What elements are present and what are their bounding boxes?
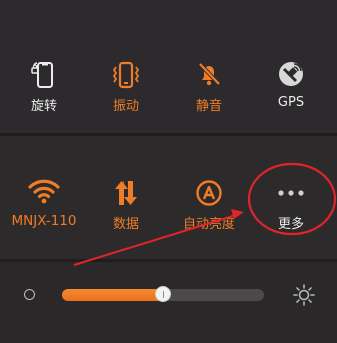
toggle-auto-brightness[interactable]: 自动亮度 xyxy=(167,136,251,259)
toggle-vibrate-label: 振动 xyxy=(112,99,139,114)
brightness-slider[interactable] xyxy=(62,286,264,302)
wifi-icon xyxy=(28,179,60,204)
brightness-high-icon xyxy=(293,284,315,306)
toggle-rotate-label: 旋转 xyxy=(30,99,57,114)
auto-brightness-icon xyxy=(196,180,222,206)
brightness-panel xyxy=(0,262,337,343)
brightness-slider-thumb[interactable] xyxy=(155,286,171,302)
toggle-data-label: 数据 xyxy=(112,217,139,232)
brightness-slider-fill xyxy=(62,289,167,301)
more-dots-icon xyxy=(278,190,304,196)
gps-satellite-icon xyxy=(279,62,303,86)
toggle-mute[interactable]: 静音 xyxy=(167,0,251,133)
data-arrows-icon xyxy=(115,181,137,205)
toggle-wifi-label: MNJX-110 xyxy=(11,213,77,229)
phone-rotate-icon xyxy=(31,62,53,88)
toggle-gps[interactable]: GPS xyxy=(249,0,333,133)
toggle-more-label: 更多 xyxy=(277,217,304,232)
toggle-data[interactable]: 数据 xyxy=(84,136,168,259)
toggle-rotate[interactable]: 旋转 xyxy=(2,0,86,133)
bell-muted-icon xyxy=(198,62,221,86)
vibrate-icon xyxy=(112,61,140,89)
toggle-gps-label: GPS xyxy=(277,95,305,110)
brightness-low-icon xyxy=(24,289,35,300)
toggle-auto-brightness-label: 自动亮度 xyxy=(182,217,235,232)
toggle-mute-label: 静音 xyxy=(195,99,222,114)
toggle-wifi[interactable]: MNJX-110 xyxy=(2,136,86,259)
toggle-vibrate[interactable]: 振动 xyxy=(84,0,168,133)
toggle-more[interactable]: 更多 xyxy=(249,136,333,259)
